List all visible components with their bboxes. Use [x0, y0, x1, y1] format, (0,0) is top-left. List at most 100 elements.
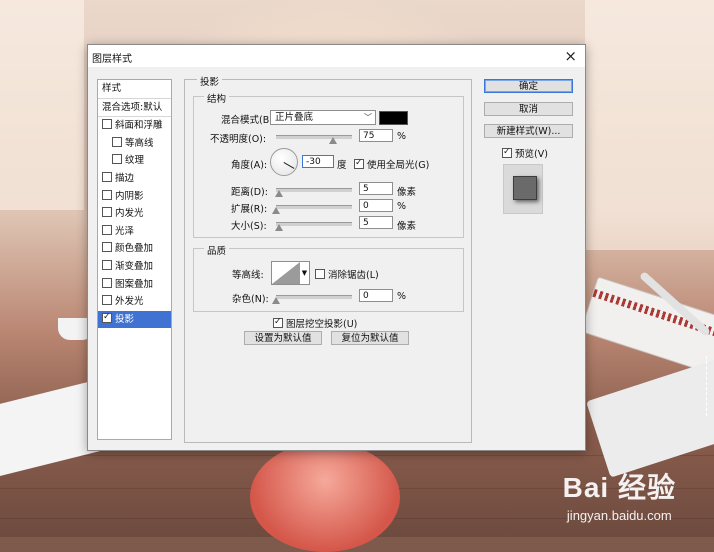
blend-mode-label: 混合模式(B):	[221, 115, 277, 126]
selection-marquee-edge	[706, 356, 712, 416]
preview-label: 预览(V)	[515, 149, 548, 160]
make-default-button[interactable]: 设置为默认值	[244, 331, 322, 345]
sidebar-item-label: 等高线	[125, 137, 154, 149]
sidebar-item-label: 描边	[115, 172, 135, 184]
sidebar-item-inner-shadow[interactable]: 内阴影	[98, 188, 171, 206]
opacity-label: 不透明度(O):	[210, 134, 267, 145]
global-light-checkbox-row[interactable]: 使用全局光(G)	[354, 157, 429, 171]
opacity-slider[interactable]	[276, 135, 352, 144]
checkbox[interactable]	[102, 119, 112, 130]
checkbox[interactable]	[102, 295, 112, 306]
checkbox[interactable]	[315, 269, 325, 279]
checkbox[interactable]	[102, 277, 112, 288]
close-icon[interactable]: ×	[564, 47, 577, 65]
shadow-color-swatch[interactable]	[379, 111, 408, 125]
window-light	[0, 0, 84, 210]
structure-title: 结构	[204, 91, 230, 105]
cancel-button[interactable]: 取消	[484, 102, 573, 116]
chevron-down-icon[interactable]: ▼	[300, 261, 310, 285]
noise-slider[interactable]	[272, 295, 352, 304]
sidebar-item-color-overlay[interactable]: 颜色叠加	[98, 240, 171, 258]
sidebar-item-stroke[interactable]: 描边	[98, 170, 171, 188]
sidebar-item-outer-glow[interactable]: 外发光	[98, 293, 171, 311]
checkbox[interactable]	[112, 154, 122, 165]
laptop-image	[586, 358, 714, 478]
angle-input[interactable]: -30	[302, 155, 334, 168]
global-light-label: 使用全局光(G)	[367, 160, 430, 171]
antialias-checkbox-row[interactable]: 消除锯齿(L)	[315, 267, 379, 281]
sidebar-item-blending-options[interactable]: 混合选项:默认	[98, 99, 171, 118]
mouse-image	[250, 442, 400, 552]
panel-title: 投影	[197, 74, 223, 88]
sidebar-item-satin[interactable]: 光泽	[98, 223, 171, 241]
sidebar-item-label: 投影	[115, 313, 135, 325]
angle-needle	[283, 162, 295, 169]
distance-input[interactable]: 5	[359, 182, 393, 195]
checkbox-checked[interactable]	[502, 146, 512, 158]
window-light	[585, 0, 714, 250]
checkbox[interactable]	[102, 171, 112, 182]
distance-label: 距离(D):	[231, 187, 268, 198]
checkbox[interactable]	[112, 136, 122, 147]
structure-group: 结构 混合模式(B): 正片叠底 ﹀ 不透明度(O): 75 % 角度(A): …	[193, 91, 464, 238]
slider-thumb[interactable]	[275, 190, 283, 197]
sidebar-item-inner-glow[interactable]: 内发光	[98, 205, 171, 223]
contour-label: 等高线:	[232, 270, 264, 281]
watermark-url: jingyan.baidu.com	[566, 508, 672, 523]
spread-label: 扩展(R):	[231, 204, 268, 215]
spread-slider[interactable]	[272, 205, 352, 214]
contour-preview[interactable]	[271, 261, 301, 285]
ok-button[interactable]: 确定	[484, 79, 573, 93]
distance-slider[interactable]	[275, 188, 352, 197]
sidebar-item-gradient-overlay[interactable]: 渐变叠加	[98, 258, 171, 276]
sidebar-item-texture[interactable]: 纹理	[98, 152, 171, 170]
slider-thumb[interactable]	[272, 207, 280, 214]
quality-title: 品质	[204, 243, 230, 257]
angle-dial[interactable]	[270, 148, 298, 176]
styles-list: 样式 混合选项:默认 斜面和浮雕 等高线 纹理 描边 内阴影 内发光 光泽 颜色…	[97, 79, 172, 440]
dialog-titlebar[interactable]: 图层样式 ×	[88, 45, 585, 67]
checkbox-checked[interactable]	[102, 311, 112, 323]
sidebar-item-pattern-overlay[interactable]: 图案叠加	[98, 276, 171, 294]
noise-input[interactable]: 0	[359, 289, 393, 302]
sidebar-item-label: 渐变叠加	[115, 260, 154, 272]
sidebar-item-drop-shadow[interactable]: 投影	[98, 310, 171, 329]
knockout-checkbox-row[interactable]: 图层挖空投影(U)	[273, 316, 357, 330]
slider-thumb[interactable]	[329, 137, 337, 144]
sidebar-item-contour[interactable]: 等高线	[98, 135, 171, 153]
spread-input[interactable]: 0	[359, 199, 393, 212]
angle-unit: 度	[337, 160, 347, 171]
opacity-input[interactable]: 75	[359, 129, 393, 142]
sidebar-item-label: 斜面和浮雕	[115, 120, 163, 132]
checkbox[interactable]	[102, 189, 112, 200]
sidebar-item-styles[interactable]: 样式	[98, 80, 171, 99]
angle-label: 角度(A):	[231, 160, 268, 171]
sidebar-item-label: 混合选项:默认	[102, 101, 163, 113]
baidu-jingyan-watermark: Bai 经验 jingyan.baidu.com	[563, 466, 676, 523]
sidebar-item-bevel-emboss[interactable]: 斜面和浮雕	[98, 117, 171, 135]
quality-group: 品质 等高线: ▼ 消除锯齿(L) 杂色(N): 0 %	[193, 243, 464, 312]
sidebar-item-label: 外发光	[115, 296, 144, 308]
checkbox[interactable]	[102, 259, 112, 270]
blend-mode-value: 正片叠底	[275, 112, 314, 123]
size-input[interactable]: 5	[359, 216, 393, 229]
size-unit: 像素	[397, 221, 417, 232]
style-preview	[503, 164, 543, 214]
slider-thumb[interactable]	[272, 297, 280, 304]
reset-default-button[interactable]: 复位为默认值	[331, 331, 409, 345]
checkbox-checked[interactable]	[273, 316, 283, 328]
checkbox[interactable]	[102, 224, 112, 235]
checkbox[interactable]	[102, 207, 112, 218]
checkbox[interactable]	[102, 242, 112, 253]
preview-checkbox-row[interactable]: 预览(V)	[502, 146, 548, 160]
new-style-button[interactable]: 新建样式(W)...	[484, 124, 573, 138]
noise-label: 杂色(N):	[232, 294, 269, 305]
size-slider[interactable]	[275, 222, 352, 231]
slider-thumb[interactable]	[275, 224, 283, 231]
opacity-unit: %	[397, 131, 407, 142]
checkbox-checked[interactable]	[354, 157, 364, 169]
sidebar-item-label: 颜色叠加	[115, 243, 154, 255]
antialias-label: 消除锯齿(L)	[328, 270, 379, 281]
blend-mode-select[interactable]: 正片叠底 ﹀	[270, 110, 376, 125]
dialog-title: 图层样式	[92, 54, 132, 65]
